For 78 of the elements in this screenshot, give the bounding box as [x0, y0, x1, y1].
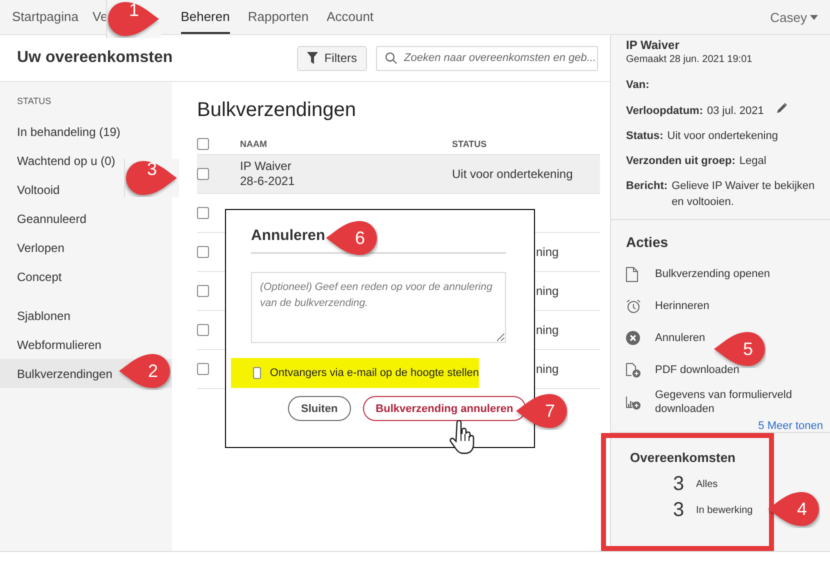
checkbox[interactable] [197, 246, 209, 258]
checkbox[interactable] [197, 138, 209, 150]
callout-marker: 1 [106, 0, 161, 38]
status-text: Uit voor ondertekening [452, 167, 573, 181]
section-heading: STATUS [16, 96, 52, 108]
checkbox[interactable] [197, 207, 209, 219]
field-value: 03 jul. 2021 [707, 104, 764, 119]
filters-button[interactable]: Filters [297, 46, 367, 70]
sidebar-item[interactable]: Sjablonen [0, 301, 74, 330]
callout-marker: 6 [324, 219, 378, 257]
pdf-download-icon [626, 362, 641, 378]
checkbox[interactable] [197, 285, 209, 297]
sidebar-item[interactable]: In behandeling (19) [0, 117, 124, 146]
action-item[interactable]: Herinneren [626, 292, 710, 320]
action-item[interactable]: Bulkverzending openen [626, 260, 770, 288]
show-more-link[interactable]: 5 Meer tonen [758, 420, 823, 432]
cancel-bulk-button[interactable]: Bulkverzending annuleren [362, 396, 526, 421]
sidebar-item[interactable]: Geannuleerd [0, 204, 90, 233]
section-title: Bulkverzendingen [197, 99, 357, 122]
callout-marker: 4 [766, 490, 820, 528]
sidebar-item[interactable]: Webformulieren [0, 330, 106, 359]
count-label: In bewerking [696, 504, 753, 516]
field-value: Legal [739, 154, 766, 169]
alarm-clock-icon [626, 298, 641, 314]
dialog-title: Annuleren [251, 227, 326, 244]
checkbox[interactable] [197, 168, 209, 180]
checkbox-label[interactable]: Ontvangers via e-mail op de hoogte stellen [270, 367, 479, 379]
sidebar-item[interactable]: Voltooid [0, 175, 64, 204]
document-icon [626, 266, 638, 282]
field-value: Uit voor ondertekening [667, 129, 778, 144]
cancel-icon [626, 331, 640, 345]
caret-icon [810, 14, 818, 20]
action-item[interactable]: Gegevens van formulierveld downloaden [626, 388, 805, 416]
checkbox[interactable] [197, 324, 209, 336]
status-text: ning [536, 284, 559, 298]
pencil-icon[interactable] [776, 102, 788, 114]
table-row[interactable]: IP Waiver 28-6-2021 Uit voor ondertekening [197, 155, 600, 194]
section-title: Acties [626, 234, 670, 250]
action-item[interactable]: Annuleren [626, 324, 706, 352]
field-value: Gelieve IP Waiver te bekijken en voltooien. [672, 179, 816, 210]
count-label: Alles [696, 478, 718, 490]
nav-tab[interactable]: Startpagina [12, 0, 78, 34]
detail-title: IP Waiver [626, 38, 680, 52]
row-name: IP Waiver [240, 159, 292, 174]
sidebar-item[interactable]: Verlopen [0, 233, 68, 262]
column-header: STATUS [452, 139, 488, 149]
count-number: 3 [673, 472, 686, 496]
search-icon [385, 52, 397, 64]
sidebar-item[interactable]: Concept [0, 262, 66, 291]
field-label: Status: [626, 129, 664, 144]
status-text: ning [536, 323, 559, 337]
card-title: Overeenkomsten [630, 450, 736, 465]
field-label: Verloopdatum: [626, 104, 704, 119]
status-text: ning [536, 362, 559, 376]
nav-tab[interactable]: Beheren [180, 0, 230, 34]
field-label: Bericht: [626, 179, 668, 194]
callout-marker: 2 [117, 352, 171, 390]
page-title: Uw overeenkomsten [17, 49, 173, 67]
callout-marker: 7 [514, 392, 568, 430]
field-label: Verzonden uit groep: [626, 154, 736, 169]
status-text: ning [536, 245, 559, 259]
created-date: Gemaakt 28 jun. 2021 19:01 [626, 54, 754, 65]
checkbox[interactable] [253, 367, 261, 379]
nav-tab[interactable]: Account [326, 0, 374, 34]
search-field[interactable]: Zoeken naar overeenkomsten en geb... [376, 46, 598, 70]
count-number: 3 [673, 498, 686, 522]
callout-marker: 3 [124, 159, 179, 197]
chart-download-icon [626, 394, 641, 410]
filter-icon [307, 52, 318, 64]
checkbox[interactable] [197, 363, 209, 375]
reason-field[interactable]: (Optioneel) Geef een reden op voor de annulering van de bulkverzending. [251, 272, 506, 343]
sidebar-item[interactable]: Wachtend op u (0) [0, 146, 120, 175]
close-button[interactable]: Sluiten [288, 396, 351, 421]
row-date: 28-6-2021 [240, 174, 296, 189]
user-menu[interactable]: Casey [770, 0, 818, 34]
field-label: Van: [626, 78, 650, 93]
column-header: NAAM [240, 139, 268, 149]
nav-tab[interactable]: Rapporten [248, 0, 309, 34]
